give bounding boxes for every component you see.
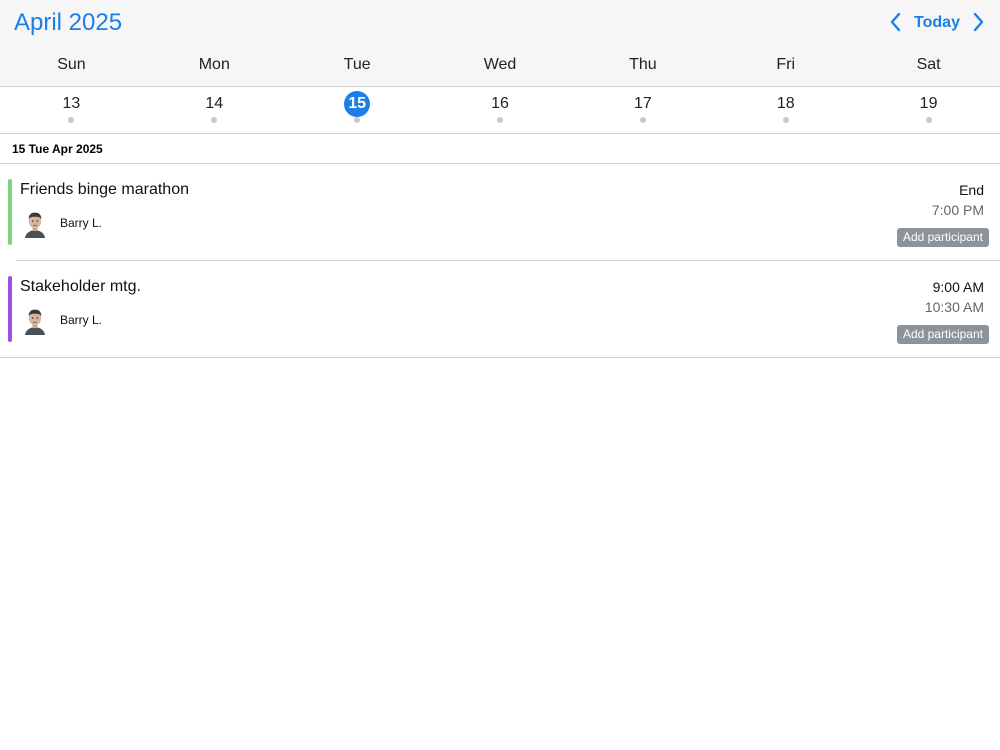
chevron-right-icon[interactable] xyxy=(966,10,990,34)
event-indicator-dot xyxy=(782,117,789,123)
weekday-label: Sun xyxy=(57,56,86,73)
date-number: 19 xyxy=(919,95,938,112)
week-dates-row: 13 14 15 16 17 18 19 xyxy=(0,87,1000,134)
date-number: 16 xyxy=(491,95,509,112)
date-cell[interactable]: 17 xyxy=(571,87,714,133)
date-cell[interactable]: 13 xyxy=(0,87,143,133)
month-title: April 2025 xyxy=(14,9,123,36)
weekday-label: Mon xyxy=(198,56,230,73)
avatar-icon xyxy=(24,307,46,335)
participant-name: Barry L. xyxy=(60,313,103,327)
avatar-icon xyxy=(24,210,46,238)
event-color-bar xyxy=(8,179,12,245)
date-number: 13 xyxy=(62,95,81,112)
event-end-time: 10:30 AM xyxy=(924,299,984,315)
event-indicator-dot xyxy=(354,117,361,123)
divider xyxy=(0,357,1000,358)
event-start-time: 9:00 AM xyxy=(932,279,984,295)
event-indicator-dot xyxy=(925,117,932,123)
chevron-left-icon[interactable] xyxy=(884,10,908,34)
date-cell[interactable]: 16 xyxy=(429,87,572,133)
event-item[interactable]: Friends binge marathon Barry L. End 7:00… xyxy=(0,164,1000,260)
event-title: Friends binge marathon xyxy=(20,181,189,198)
weekday-label: Tue xyxy=(343,56,371,73)
event-indicator-dot xyxy=(211,117,218,123)
date-number: 14 xyxy=(205,95,224,112)
event-indicator-dot xyxy=(68,117,75,123)
date-cell[interactable]: 19 xyxy=(857,87,1000,133)
event-title: Stakeholder mtg. xyxy=(20,278,141,295)
event-end-time: 7:00 PM xyxy=(931,202,984,218)
today-button[interactable]: Today xyxy=(910,12,964,34)
event-color-bar xyxy=(8,276,12,342)
date-cell[interactable]: 14 xyxy=(143,87,286,133)
weekday-label: Thu xyxy=(629,56,657,73)
date-number: 17 xyxy=(633,95,652,112)
weekday-label: Sat xyxy=(916,56,941,73)
event-item[interactable]: Stakeholder mtg. Barry L. 9:00 AM 10:30 … xyxy=(0,261,1000,357)
event-indicator-dot xyxy=(639,117,646,123)
selected-day-label: 15 Tue Apr 2025 xyxy=(12,142,103,156)
weekday-row: Sun Mon Tue Wed Thu Fri Sat xyxy=(0,52,1000,78)
weekday-label: Fri xyxy=(776,56,796,73)
add-participant-button[interactable]: Add participant xyxy=(896,325,989,344)
add-participant-button[interactable]: Add participant xyxy=(896,228,989,247)
date-number: 18 xyxy=(776,95,795,112)
event-indicator-dot xyxy=(497,117,503,123)
calendar-header: April 2025 Today Sun Mon Tue Wed Thu Fri… xyxy=(0,0,1000,87)
participant-name: Barry L. xyxy=(60,216,103,230)
event-start-time: End xyxy=(959,182,984,198)
date-number-selected: 15 xyxy=(344,91,371,117)
date-cell[interactable]: 18 xyxy=(714,87,857,133)
date-cell-selected[interactable]: 15 xyxy=(286,87,429,133)
weekday-label: Wed xyxy=(483,56,517,73)
